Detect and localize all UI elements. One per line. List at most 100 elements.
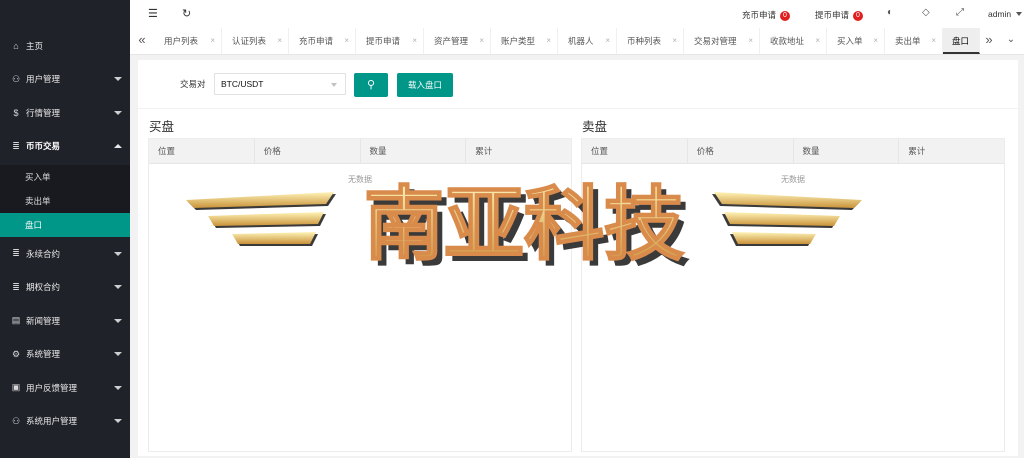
sell-panel-title: 卖盘 <box>582 120 608 134</box>
chevron-up-icon <box>114 144 122 149</box>
table-header: 位置 价格 数量 累计 <box>149 139 571 164</box>
tab-label: 提币申请 <box>366 36 401 46</box>
column-header[interactable]: 位置 <box>582 139 688 163</box>
sidebar-item-home[interactable]: ⌂ 主页 <box>0 29 130 63</box>
search-button[interactable]: ⚲ <box>354 73 388 97</box>
tab-label: 账户类型 <box>501 36 536 46</box>
close-icon[interactable]: × <box>546 28 551 54</box>
sell-orders-table: 位置 价格 数量 累计 无数据 <box>581 138 1005 452</box>
sidebar-item-system-user-management[interactable]: ⚇ 系统用户管理 <box>0 405 130 439</box>
sidebar-item-label: 用户反馈管理 <box>26 382 78 393</box>
sidebar-item-user-management[interactable]: ⚇ 用户管理 <box>0 63 130 97</box>
refresh-icon[interactable]: ↻ <box>182 7 191 20</box>
tab-robots[interactable]: 机器人 × <box>558 28 617 54</box>
column-header[interactable]: 累计 <box>466 139 571 163</box>
tab-user-list[interactable]: 用户列表 × <box>154 28 222 54</box>
tab-payment-addresses[interactable]: 收款地址 × <box>760 28 827 54</box>
tab-withdraw-requests[interactable]: 提币申请 × <box>356 28 424 54</box>
close-icon[interactable]: × <box>479 28 484 54</box>
close-icon[interactable]: × <box>931 28 936 54</box>
deposit-requests-link[interactable]: 充币申请 0 <box>742 9 790 21</box>
close-icon[interactable]: × <box>873 28 878 54</box>
tab-label: 币种列表 <box>627 36 662 46</box>
tab-verification-list[interactable]: 认证列表 × <box>222 28 289 54</box>
tab-asset-management[interactable]: 资产管理 × <box>424 28 491 54</box>
column-header[interactable]: 数量 <box>361 139 467 163</box>
deposit-requests-label: 充币申请 <box>742 10 777 20</box>
chevron-down-icon <box>114 352 122 357</box>
close-icon[interactable]: × <box>605 28 610 54</box>
tab-order-book[interactable]: 盘口 <box>943 28 980 54</box>
close-icon[interactable]: × <box>412 28 417 54</box>
trading-pair-select[interactable]: BTC/USDT <box>214 73 346 95</box>
chevron-down-icon <box>114 251 122 256</box>
user-icon: ⚇ <box>11 415 21 426</box>
gear-icon: ⚙ <box>11 348 21 359</box>
column-header[interactable]: 位置 <box>149 139 255 163</box>
sidebar-item-news-management[interactable]: ▤ 新闻管理 <box>0 304 130 338</box>
withdraw-count-badge: 0 <box>853 11 863 21</box>
sidebar-item-perpetual-contract[interactable]: ≣ 永续合约 <box>0 237 130 271</box>
load-order-book-button[interactable]: 载入盘口 <box>397 73 453 97</box>
news-icon: ▤ <box>11 315 21 326</box>
sidebar-item-label: 系统用户管理 <box>26 416 78 427</box>
withdraw-requests-label: 提币申请 <box>815 10 850 20</box>
tab-deposit-requests[interactable]: 充币申请 × <box>289 28 356 54</box>
sidebar-item-market-management[interactable]: $ 行情管理 <box>0 96 130 130</box>
top-header: ☰ ↻ 充币申请 0 提币申请 0 ◐ ◇ ⤢ admin <box>130 0 1024 29</box>
close-icon[interactable]: × <box>672 28 677 54</box>
menu-toggle-icon[interactable]: ☰ <box>148 7 158 20</box>
user-icon: ⚇ <box>11 73 21 84</box>
list-icon: ≣ <box>12 248 20 259</box>
sidebar-item-label: 主页 <box>26 40 44 51</box>
tab-scroll-left-icon[interactable]: « <box>130 28 154 54</box>
sidebar-item-label: 行情管理 <box>26 107 61 118</box>
chevron-down-icon <box>114 285 122 290</box>
sidebar-subitem-order-book[interactable]: 盘口 <box>0 213 130 237</box>
sidebar-item-coin-trading[interactable]: ≣ 币币交易 <box>0 130 130 164</box>
tab-label: 买入单 <box>837 36 863 46</box>
user-menu[interactable]: admin <box>988 9 1022 19</box>
theme-icon[interactable]: ◐ <box>887 7 893 18</box>
chevron-down-icon <box>114 77 122 82</box>
main-content: 交易对 BTC/USDT ⚲ 载入盘口 买盘 位置 价格 数量 累计 无数据 卖… <box>138 60 1018 456</box>
tab-currency-list[interactable]: 币种列表 × <box>617 28 684 54</box>
sidebar-item-label: 永续合约 <box>26 248 61 259</box>
tab-buy-orders[interactable]: 买入单 × <box>827 28 885 54</box>
tab-label: 认证列表 <box>232 36 267 46</box>
chevron-down-icon <box>114 385 122 390</box>
column-header[interactable]: 价格 <box>255 139 361 163</box>
home-icon: ⌂ <box>13 40 19 51</box>
column-header[interactable]: 累计 <box>899 139 1004 163</box>
tab-label: 机器人 <box>568 36 594 46</box>
chevron-down-icon <box>114 419 122 424</box>
feedback-icon: ▣ <box>11 382 21 393</box>
tab-label: 卖出单 <box>895 36 921 46</box>
close-icon[interactable]: × <box>210 28 215 54</box>
withdraw-requests-link[interactable]: 提币申请 0 <box>815 9 863 21</box>
tab-label: 用户列表 <box>164 36 199 46</box>
fullscreen-icon[interactable]: ⤢ <box>956 7 964 18</box>
tab-menu-icon[interactable]: ⌄ <box>1002 28 1020 54</box>
buy-panel-title: 买盘 <box>149 120 175 134</box>
column-header[interactable]: 数量 <box>794 139 900 163</box>
sidebar: ⌂ 主页 ⚇ 用户管理 $ 行情管理 ≣ 币币交易 买入单 卖出单 盘口 ≣ 永… <box>0 0 130 458</box>
close-icon[interactable]: × <box>344 28 349 54</box>
sidebar-item-options-contract[interactable]: ≣ 期权合约 <box>0 271 130 305</box>
tab-scroll-right-icon[interactable]: » <box>980 28 998 54</box>
buy-orders-table: 位置 价格 数量 累计 无数据 <box>148 138 572 452</box>
close-icon[interactable]: × <box>815 28 820 54</box>
tab-sell-orders[interactable]: 卖出单 × <box>885 28 943 54</box>
empty-state: 无数据 <box>781 175 805 184</box>
sidebar-item-feedback-management[interactable]: ▣ 用户反馈管理 <box>0 371 130 405</box>
sidebar-item-system-management[interactable]: ⚙ 系统管理 <box>0 338 130 372</box>
column-header[interactable]: 价格 <box>688 139 794 163</box>
sidebar-subitem-buy-orders[interactable]: 买入单 <box>0 165 130 189</box>
close-icon[interactable]: × <box>748 28 753 54</box>
close-icon[interactable]: × <box>277 28 282 54</box>
sidebar-subitem-sell-orders[interactable]: 卖出单 <box>0 189 130 213</box>
tab-trading-pair-management[interactable]: 交易对管理 × <box>684 28 760 54</box>
tab-account-types[interactable]: 账户类型 × <box>491 28 558 54</box>
tab-label: 交易对管理 <box>694 36 737 46</box>
tag-icon[interactable]: ◇ <box>922 7 930 18</box>
